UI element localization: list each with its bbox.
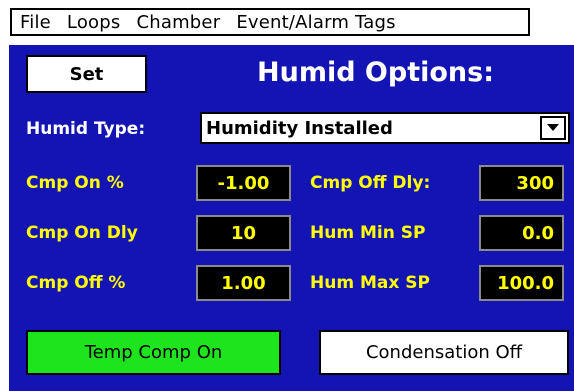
cmp-on-pct-field[interactable]: -1.00: [196, 165, 291, 201]
hum-min-sp-field[interactable]: 0.0: [479, 215, 564, 251]
cmp-off-pct-label: Cmp Off %: [26, 273, 126, 293]
hum-max-sp-label: Hum Max SP: [310, 273, 430, 293]
menu-event-alarm-tags[interactable]: Event/Alarm Tags: [236, 12, 395, 33]
hum-max-sp-field[interactable]: 100.0: [479, 265, 564, 301]
menu-file[interactable]: File: [20, 12, 51, 33]
cmp-on-pct-label: Cmp On %: [26, 173, 124, 193]
condensation-button[interactable]: Condensation Off: [319, 330, 569, 375]
hum-min-sp-label: Hum Min SP: [310, 223, 426, 243]
menu-chamber[interactable]: Chamber: [136, 12, 220, 33]
cmp-off-dly-label: Cmp Off Dly:: [310, 173, 431, 193]
humid-options-panel: Set Humid Options: Humid Type: Humidity …: [9, 45, 574, 391]
humid-type-select[interactable]: Humidity Installed: [200, 112, 570, 144]
set-button[interactable]: Set: [26, 55, 147, 93]
temp-comp-button[interactable]: Temp Comp On: [26, 330, 281, 375]
cmp-on-dly-field[interactable]: 10: [196, 215, 291, 251]
cmp-off-pct-field[interactable]: 1.00: [196, 265, 291, 301]
humid-type-label: Humid Type:: [26, 119, 146, 139]
cmp-on-dly-label: Cmp On Dly: [26, 223, 138, 243]
menu-bar: File Loops Chamber Event/Alarm Tags: [10, 8, 530, 36]
humid-type-value: Humidity Installed: [206, 117, 393, 139]
chevron-down-icon[interactable]: [540, 116, 566, 140]
menu-loops[interactable]: Loops: [67, 12, 121, 33]
cmp-off-dly-field[interactable]: 300: [479, 165, 564, 201]
page-title: Humid Options:: [257, 57, 495, 88]
